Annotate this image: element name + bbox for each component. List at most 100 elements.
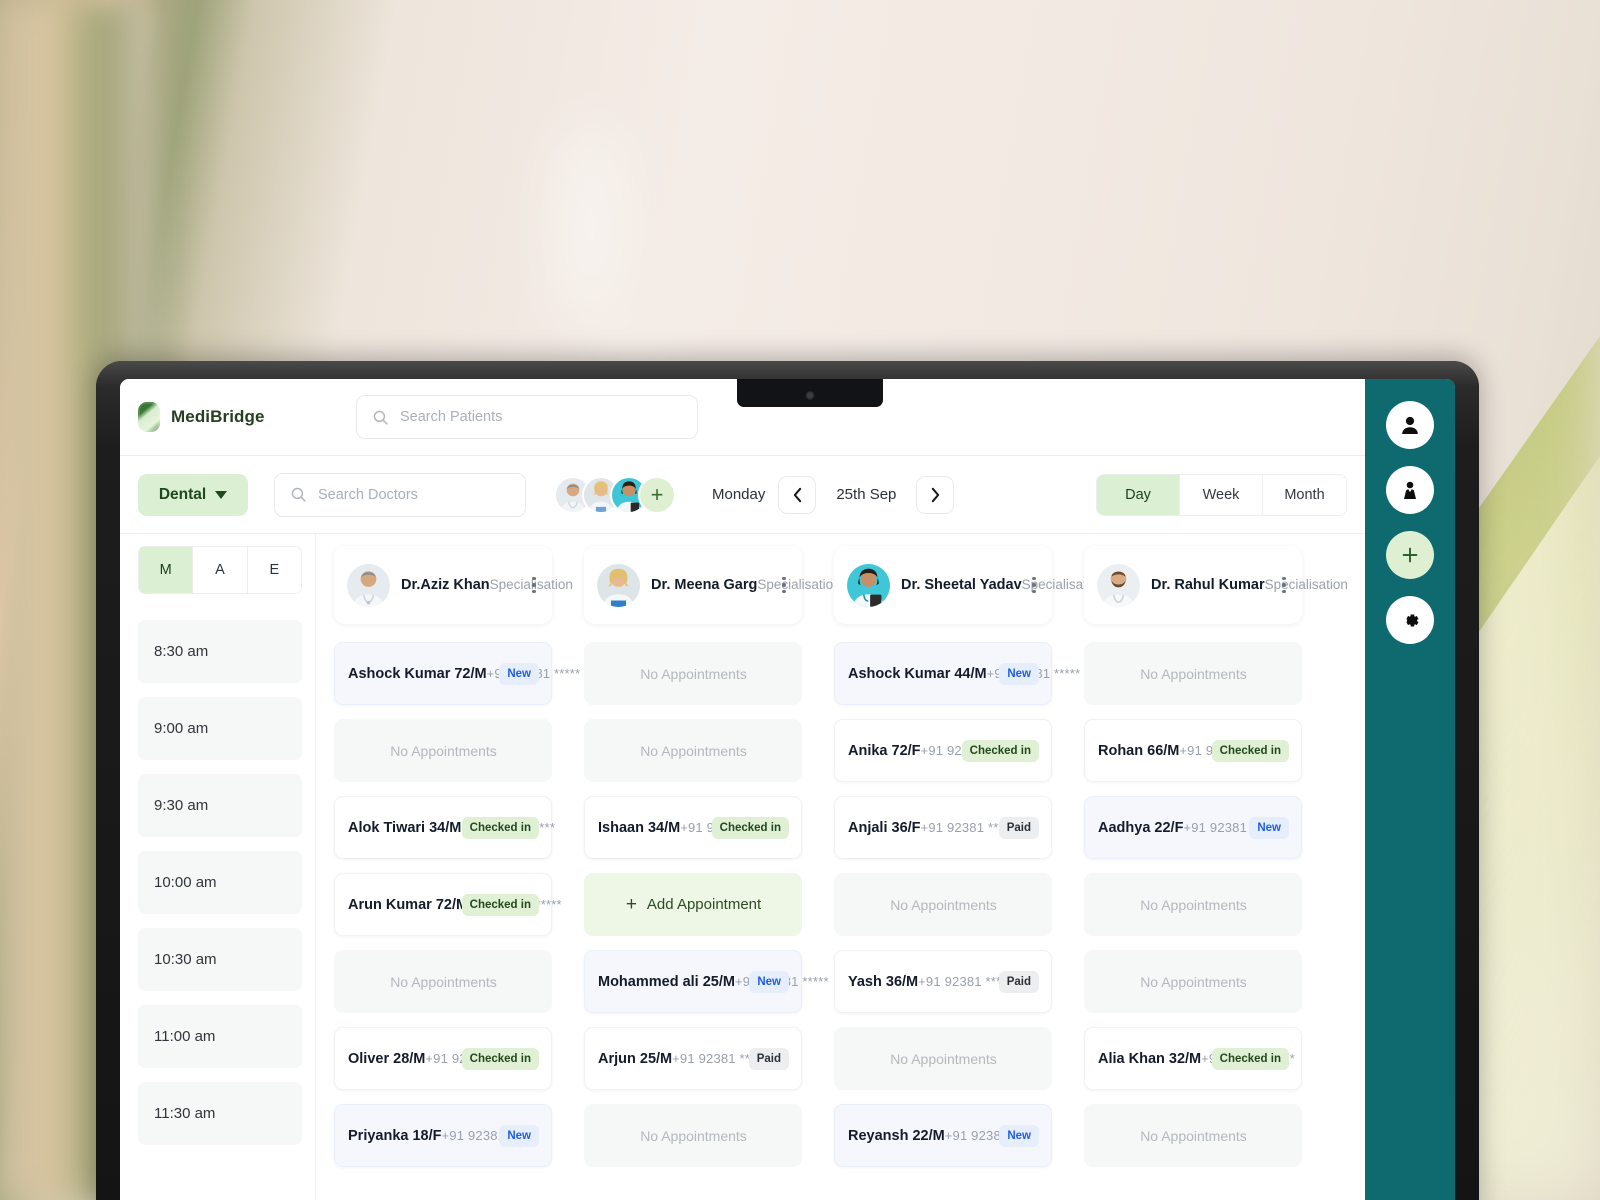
patient-name: Rohan 66/M [1098, 742, 1180, 759]
appointment-card[interactable]: Aadhya 22/F+91 92381 ***** New [1084, 796, 1302, 859]
appointment-card[interactable]: Ashock Kumar 72/M+91 92381 *****New [334, 642, 580, 705]
right-action-rail [1365, 379, 1455, 1200]
appointment-card[interactable]: Arjun 25/M+91 92381 ***** Paid [584, 1027, 802, 1090]
empty-slot[interactable]: No Appointments [834, 873, 1052, 936]
appointment-card[interactable]: Oliver 28/M+91 92381 *****Checked in [334, 1027, 552, 1090]
chevron-down-icon [215, 490, 228, 499]
appointment-card[interactable]: Priyanka 18/F+91 92381 ***** New [334, 1104, 552, 1167]
gear-icon [1405, 613, 1419, 627]
search-patients-input[interactable] [400, 409, 682, 425]
prev-date-button[interactable] [778, 475, 817, 514]
time-slot[interactable]: 10:00 am [138, 851, 302, 914]
doctor-meta: Dr. Rahul KumarSpecialisation [1151, 576, 1348, 594]
patient-name: Aadhya 22/F [1098, 819, 1184, 836]
doctor-avatar-stack[interactable]: + [554, 475, 676, 514]
empty-slot[interactable]: No Appointments [334, 950, 552, 1013]
department-dropdown[interactable]: Dental [138, 473, 248, 516]
status-badge: New [999, 662, 1039, 685]
more-vertical-icon[interactable] [526, 577, 542, 593]
appointment-card[interactable]: Anika 72/F+91 92381 *****Checked in [834, 719, 1052, 782]
appointment-card[interactable]: Rohan 66/M+91 92381 *****Checked in [1084, 719, 1302, 782]
period-afternoon[interactable]: A [193, 547, 248, 593]
appointment-card[interactable]: Anjali 36/F+91 92381 ***** Paid [834, 796, 1052, 859]
time-rail: M A E 8:30 am 9:00 am 9:30 am 10:00 am 1… [120, 534, 316, 1200]
doctor-column: Dr. Sheetal YadavSpecialisation Ashock Ku… [834, 546, 1105, 1200]
appointment-card[interactable]: Alok Tiwari 34/M+91 92381 *****Checked i… [334, 796, 555, 859]
time-slot[interactable]: 8:30 am [138, 620, 302, 683]
appointment-card[interactable]: Ishaan 34/M+91 92381 *****Checked in [584, 796, 802, 859]
patient-name: Reyansh 22/M [848, 1127, 945, 1144]
doctor-header[interactable]: Dr. Meena GargSpecialisation [584, 546, 841, 624]
appointment-card[interactable]: Mohammed ali 25/M+91 92381 *****New [584, 950, 829, 1013]
empty-slot[interactable]: No Appointments [1084, 950, 1302, 1013]
empty-slot[interactable]: No Appointments [584, 719, 802, 782]
background-light-1 [560, 120, 620, 330]
schedule-body: M A E 8:30 am 9:00 am 9:30 am 10:00 am 1… [120, 534, 1365, 1200]
view-mode-segmented: Day Week Month [1096, 473, 1347, 516]
doctor-meta: Dr. Sheetal YadavSpecialisation [901, 576, 1105, 594]
doctor-header[interactable]: Dr. Sheetal YadavSpecialisation [834, 546, 1105, 624]
patient-name: Ashock Kumar 72/M [348, 665, 487, 682]
more-vertical-icon[interactable] [1026, 577, 1042, 593]
search-icon [372, 409, 389, 426]
time-slot[interactable]: 11:00 am [138, 1005, 302, 1068]
doctor-header[interactable]: Dr.Aziz KhanSpecialisation [334, 546, 573, 624]
staff-button[interactable] [1386, 466, 1434, 514]
more-vertical-icon[interactable] [1276, 577, 1292, 593]
empty-slot[interactable]: No Appointments [584, 642, 802, 705]
status-badge: Paid [748, 1047, 789, 1070]
doctor-name: Dr. Sheetal Yadav [901, 577, 1022, 593]
empty-slot[interactable]: No Appointments [584, 1104, 802, 1167]
current-date: 25th Sep [836, 486, 897, 503]
empty-slot[interactable]: No Appointments [334, 719, 552, 782]
patient-name: Arjun 25/M [598, 1050, 673, 1067]
chevron-left-icon [793, 487, 802, 502]
plus-icon: + [625, 894, 637, 915]
male-doctor-avatar [347, 563, 390, 607]
view-mode-month[interactable]: Month [1263, 474, 1346, 515]
time-slot[interactable]: 10:30 am [138, 928, 302, 991]
more-vertical-icon[interactable] [776, 577, 792, 593]
patient-info: Priyanka 18/F+91 92381 ***** [348, 1127, 535, 1145]
patient-name: Mohammed ali 25/M [598, 973, 735, 990]
add-appointment-button[interactable]: + Add Appointment [584, 873, 802, 936]
brand[interactable]: MediBridge [138, 402, 356, 432]
search-doctors-box[interactable] [274, 472, 526, 517]
period-evening[interactable]: E [247, 547, 301, 593]
chevron-right-icon [931, 487, 940, 502]
brand-name: MediBridge [171, 407, 265, 426]
patient-info: Arun Kumar 72/M+91 92381 ***** [348, 896, 562, 914]
doctor-name: Dr.Aziz Khan [401, 577, 490, 593]
time-slot[interactable]: 9:00 am [138, 697, 302, 760]
patient-phone: +91 92381 ***** [918, 973, 1012, 989]
appointment-card[interactable]: Alia Khan 32/M+91 92381 *****Checked in [1084, 1027, 1302, 1090]
appointment-card[interactable]: Reyansh 22/M+91 92381 ***** New [834, 1104, 1052, 1167]
settings-button[interactable] [1386, 596, 1434, 644]
add-doctor-button[interactable]: + [638, 475, 676, 514]
search-doctors-input[interactable] [318, 486, 510, 503]
patient-info: Mohammed ali 25/M+91 92381 ***** [598, 973, 829, 991]
appointment-card[interactable]: Yash 36/M+91 92381 ***** Paid [834, 950, 1052, 1013]
patient-info: Aadhya 22/F+91 92381 ***** [1098, 819, 1277, 837]
empty-slot[interactable]: No Appointments [1084, 873, 1302, 936]
profile-button[interactable] [1386, 401, 1434, 449]
appointment-card[interactable]: Arun Kumar 72/M+91 92381 *****Checked in [334, 873, 562, 936]
period-morning[interactable]: M [139, 547, 194, 593]
patient-name: Ashock Kumar 44/M [848, 665, 987, 682]
appointment-card[interactable]: Ashock Kumar 44/M+91 92381 *****New [834, 642, 1080, 705]
time-slot[interactable]: 9:30 am [138, 774, 302, 837]
search-icon [290, 486, 307, 503]
view-mode-week[interactable]: Week [1180, 474, 1263, 515]
doctor-header[interactable]: Dr. Rahul KumarSpecialisation [1084, 546, 1348, 624]
empty-slot[interactable]: No Appointments [834, 1027, 1052, 1090]
time-slot[interactable]: 11:30 am [138, 1082, 302, 1145]
view-mode-day[interactable]: Day [1097, 474, 1180, 515]
doctor-name: Dr. Meena Garg [651, 577, 758, 593]
add-button[interactable] [1386, 531, 1434, 579]
search-patients-box[interactable] [356, 395, 698, 439]
female-doctor-avatar [597, 563, 640, 607]
department-label: Dental [158, 485, 207, 503]
empty-slot[interactable]: No Appointments [1084, 1104, 1302, 1167]
empty-slot[interactable]: No Appointments [1084, 642, 1302, 705]
next-date-button[interactable] [916, 475, 955, 514]
